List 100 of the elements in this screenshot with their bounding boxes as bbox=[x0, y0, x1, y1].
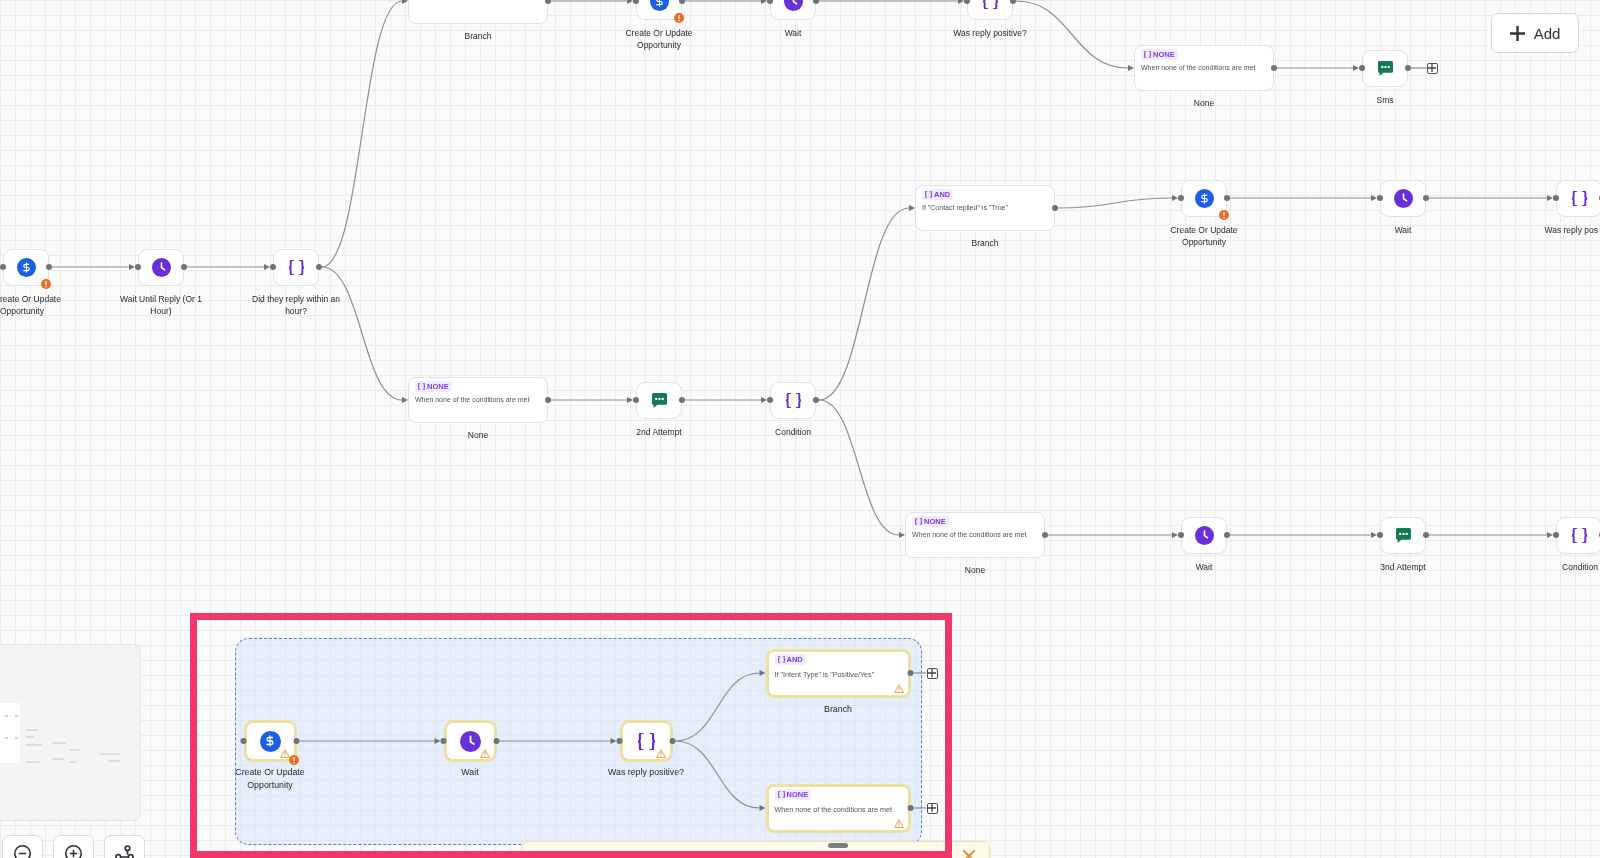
port-dot-icon[interactable] bbox=[1405, 65, 1411, 71]
step-node[interactable] bbox=[443, 720, 497, 762]
port-dot-icon[interactable] bbox=[440, 738, 447, 744]
port-dot-icon[interactable] bbox=[679, 397, 685, 403]
clock-icon bbox=[151, 257, 171, 277]
step-node[interactable] bbox=[1380, 179, 1426, 217]
braces-icon bbox=[1571, 190, 1587, 206]
step-node[interactable] bbox=[1181, 179, 1227, 217]
port-dot-icon[interactable] bbox=[293, 738, 300, 744]
braces-icon bbox=[288, 259, 304, 275]
port-dot-icon[interactable] bbox=[616, 738, 623, 744]
chat-bubble-icon bbox=[1395, 527, 1411, 543]
clock-icon bbox=[1194, 525, 1214, 545]
step-label: Sms bbox=[1376, 93, 1394, 106]
clock-icon bbox=[459, 730, 481, 752]
zoom-out-icon bbox=[14, 845, 31, 858]
step-label: Wait bbox=[461, 766, 479, 779]
braces-icon bbox=[418, 382, 425, 390]
port-dot-icon[interactable] bbox=[135, 264, 141, 270]
port-dot-icon[interactable] bbox=[1553, 532, 1559, 538]
plus-icon bbox=[928, 669, 936, 677]
port-dot-icon[interactable] bbox=[0, 264, 6, 270]
dollar-icon bbox=[1194, 188, 1214, 208]
step-label: 3nd Attempt bbox=[1380, 560, 1426, 573]
port-dot-icon[interactable] bbox=[1042, 532, 1048, 538]
port-dot-icon[interactable] bbox=[1377, 532, 1383, 538]
step-label: Condition bbox=[1562, 560, 1598, 573]
port-dot-icon[interactable] bbox=[1553, 195, 1559, 201]
port-dot-icon[interactable] bbox=[545, 397, 551, 403]
braces-icon bbox=[777, 790, 785, 798]
port-dot-icon[interactable] bbox=[1052, 205, 1058, 211]
step-label: 2nd Attempt bbox=[636, 425, 682, 438]
braces-icon bbox=[785, 392, 801, 408]
step-label: None bbox=[1193, 97, 1215, 109]
add-button[interactable]: Add bbox=[1491, 13, 1579, 53]
port-dot-icon[interactable] bbox=[1423, 532, 1429, 538]
braces-icon bbox=[1571, 527, 1587, 543]
port-dot-icon[interactable] bbox=[46, 264, 52, 270]
step-label: Branch bbox=[464, 30, 492, 42]
step-node[interactable] bbox=[770, 381, 816, 419]
port-dot-icon[interactable] bbox=[270, 264, 276, 270]
port-dot-icon[interactable] bbox=[1224, 532, 1230, 538]
plus-icon bbox=[1509, 25, 1525, 41]
step-label: reate Or Update Opportunity bbox=[0, 292, 62, 317]
clock-icon bbox=[1393, 188, 1413, 208]
chat-bubble-icon bbox=[651, 392, 667, 408]
step-label: Condition bbox=[775, 425, 811, 438]
step-label: Branch bbox=[824, 702, 852, 715]
step-node[interactable] bbox=[1556, 179, 1600, 217]
nodes-icon bbox=[115, 845, 134, 858]
step-node[interactable] bbox=[1556, 516, 1600, 554]
port-dot-icon[interactable] bbox=[907, 805, 914, 811]
add-step-button[interactable] bbox=[926, 667, 938, 679]
port-dot-icon[interactable] bbox=[493, 738, 500, 744]
step-label: Did they reply within an hour? bbox=[251, 292, 341, 317]
step-node[interactable] bbox=[1380, 516, 1426, 554]
port-dot-icon[interactable] bbox=[1178, 195, 1184, 201]
connector-line bbox=[912, 807, 928, 809]
braces-icon bbox=[1144, 50, 1151, 58]
step-node[interactable] bbox=[1362, 49, 1408, 87]
port-dot-icon[interactable] bbox=[240, 738, 247, 744]
port-dot-icon[interactable] bbox=[813, 397, 819, 403]
step-node[interactable] bbox=[138, 248, 184, 286]
add-step-button[interactable] bbox=[1426, 62, 1438, 74]
port-dot-icon[interactable] bbox=[1178, 532, 1184, 538]
step-node[interactable] bbox=[619, 720, 673, 762]
port-dot-icon[interactable] bbox=[1224, 195, 1230, 201]
port-dot-icon[interactable] bbox=[1423, 195, 1429, 201]
step-label: Was reply positive? bbox=[953, 26, 1027, 39]
port-dot-icon[interactable] bbox=[181, 264, 187, 270]
port-dot-icon[interactable] bbox=[1271, 65, 1277, 71]
plus-icon bbox=[1428, 64, 1436, 72]
add-step-button[interactable] bbox=[926, 802, 938, 814]
step-label: Was reply positive? bbox=[608, 766, 684, 779]
zoom-in-icon bbox=[65, 845, 82, 858]
plus-icon bbox=[928, 804, 936, 812]
chat-bubble-icon bbox=[1377, 60, 1393, 76]
port-dot-icon[interactable] bbox=[316, 264, 322, 270]
step-node[interactable] bbox=[3, 248, 49, 286]
port-dot-icon[interactable] bbox=[633, 397, 639, 403]
step-label: Create Or Update Opportunity bbox=[234, 766, 306, 791]
drag-handle-icon[interactable] bbox=[828, 843, 848, 848]
braces-icon bbox=[925, 190, 932, 198]
port-dot-icon[interactable] bbox=[669, 738, 676, 744]
port-dot-icon[interactable] bbox=[1377, 195, 1383, 201]
step-node[interactable] bbox=[636, 381, 682, 419]
dollar-icon bbox=[259, 730, 281, 752]
step-label: Wait bbox=[784, 26, 802, 39]
step-label: Branch bbox=[971, 237, 999, 249]
step-node[interactable] bbox=[1181, 516, 1227, 554]
step-node[interactable] bbox=[243, 720, 297, 762]
step-node[interactable] bbox=[273, 248, 319, 286]
port-dot-icon[interactable] bbox=[767, 397, 773, 403]
step-label: Was reply pos bbox=[1544, 223, 1598, 236]
dollar-icon bbox=[16, 257, 36, 277]
port-dot-icon[interactable] bbox=[1359, 65, 1365, 71]
port-dot-icon[interactable] bbox=[907, 670, 914, 676]
step-label: None bbox=[964, 564, 986, 576]
braces-icon bbox=[777, 655, 785, 663]
step-label: Wait Until Reply (Or 1 Hour) bbox=[119, 292, 203, 317]
